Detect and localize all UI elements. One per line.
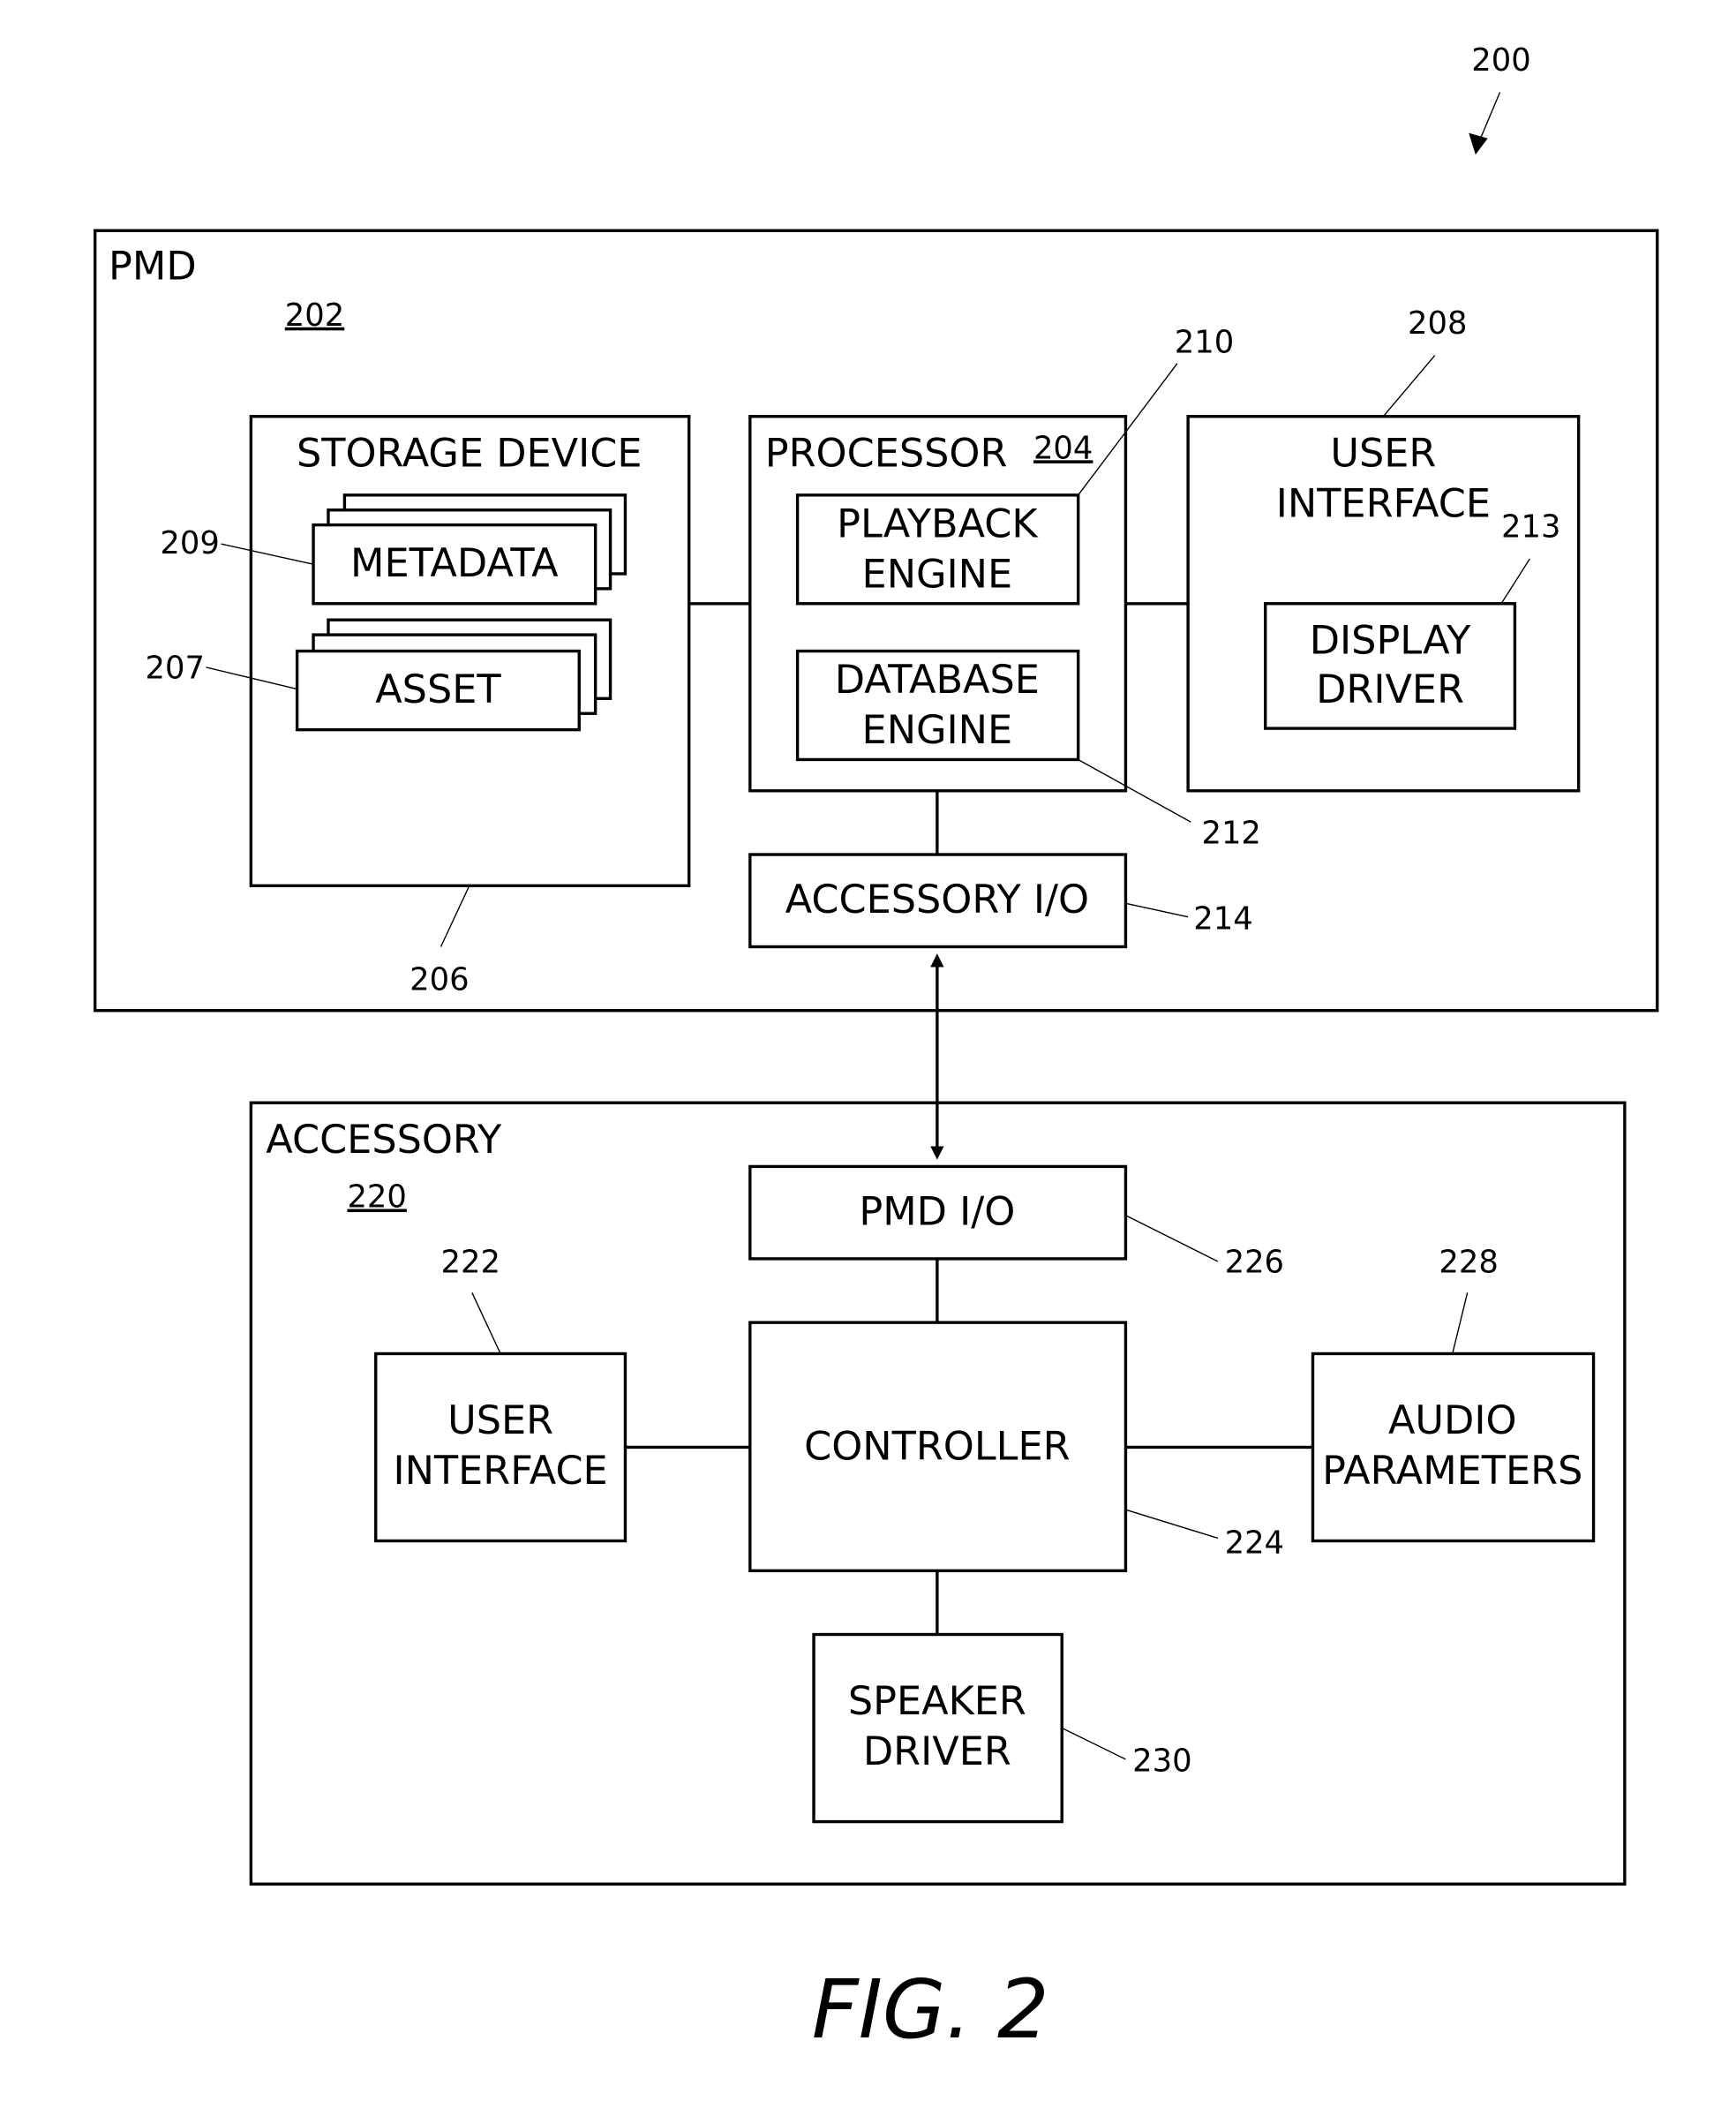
pmd-user-interface-ref: 208 [1408,305,1467,342]
figure-ref-arrow-line [1477,92,1501,145]
display-driver-line1: DISPLAY [1310,618,1471,664]
processor-title: PROCESSOR [765,431,1008,477]
metadata-stack: METADATA [312,493,628,606]
pmd-user-interface-leader [1382,355,1436,418]
accessory-user-interface: USER INTERFACE 222 [374,1244,628,1543]
figure-caption: FIG. 2 [812,1962,1049,2057]
display-driver-ref: 213 [1501,508,1560,545]
database-engine-ref: 212 [1201,816,1260,852]
audio-parameters-ref: 228 [1439,1244,1498,1280]
pmd-user-interface-line2: INTERFACE [1276,480,1491,526]
pmd-ref: 202 [285,297,344,334]
audio-parameters-leader [1452,1292,1469,1354]
accessory-user-interface-line1: USER [447,1397,553,1443]
pmd-user-interface-line1: USER [1330,431,1436,477]
figure-ref-arrow-icon [1469,132,1488,155]
storage-device-leader [440,885,470,947]
storage-device-title: STORAGE DEVICE [297,431,643,477]
processor-ref: 204 [1033,430,1093,466]
accessory-ref: 220 [347,1179,406,1216]
pmd-title: PMD [109,244,197,290]
metadata-label: METADATA [350,540,559,586]
audio-parameters: AUDIO PARAMETERS 228 [1311,1244,1596,1543]
pmd-io-leader [1125,1215,1219,1262]
database-engine-line1: DATABASE [835,657,1040,703]
accessory-io-label: ACCESSORY I/O [785,877,1089,922]
accessory-user-interface-leader [471,1292,501,1354]
playback-engine-ref: 210 [1175,325,1234,361]
pmd-io-label: PMD I/O [859,1188,1015,1234]
playback-engine-line1: PLAYBACK [837,501,1039,546]
pmd-io-ref: 226 [1225,1244,1284,1280]
speaker-driver-ref: 230 [1132,1743,1191,1780]
processor: PROCESSOR 204 PLAYBACK ENGINE 210 DATABA… [748,325,1261,852]
database-engine-line2: ENGINE [862,707,1013,753]
metadata-ref: 209 [160,525,219,561]
storage-device: STORAGE DEVICE METADATA 209 ASSET 207 20… [146,415,691,998]
controller-label: CONTROLLER [804,1423,1070,1469]
accessory-io: ACCESSORY I/O 214 [748,853,1253,949]
controller-leader [1125,1509,1219,1540]
asset-ref: 207 [146,650,205,686]
speaker-driver-line2: DRIVER [863,1728,1011,1774]
accessory-io-ref: 214 [1193,901,1252,938]
asset-label: ASSET [375,666,501,712]
display-driver-line2: DRIVER [1316,666,1464,712]
block-diagram: 200 PMD 202 STORAGE DEVICE METADATA 209 … [93,42,1659,2057]
accessory-io-leader [1125,902,1189,918]
accessory-user-interface-line2: INTERFACE [393,1448,607,1494]
asset-stack: ASSET [295,618,612,732]
speaker-driver-line1: SPEAKER [848,1678,1026,1724]
accessory-user-interface-ref: 222 [440,1244,500,1280]
playback-engine-line2: ENGINE [862,551,1013,597]
pmd-user-interface: USER INTERFACE 208 DISPLAY DRIVER 213 [1186,305,1581,793]
storage-device-ref: 206 [410,962,469,998]
speaker-driver: SPEAKER DRIVER 230 [812,1632,1192,1824]
pmd-io: PMD I/O 226 [748,1164,1284,1280]
figure-ref: 200 [1471,42,1530,79]
accessory-title: ACCESSORY [266,1117,502,1163]
speaker-driver-leader [1061,1727,1126,1760]
controller-ref: 224 [1225,1525,1284,1561]
audio-parameters-line1: AUDIO [1388,1397,1517,1443]
audio-parameters-line2: PARAMETERS [1322,1448,1582,1494]
